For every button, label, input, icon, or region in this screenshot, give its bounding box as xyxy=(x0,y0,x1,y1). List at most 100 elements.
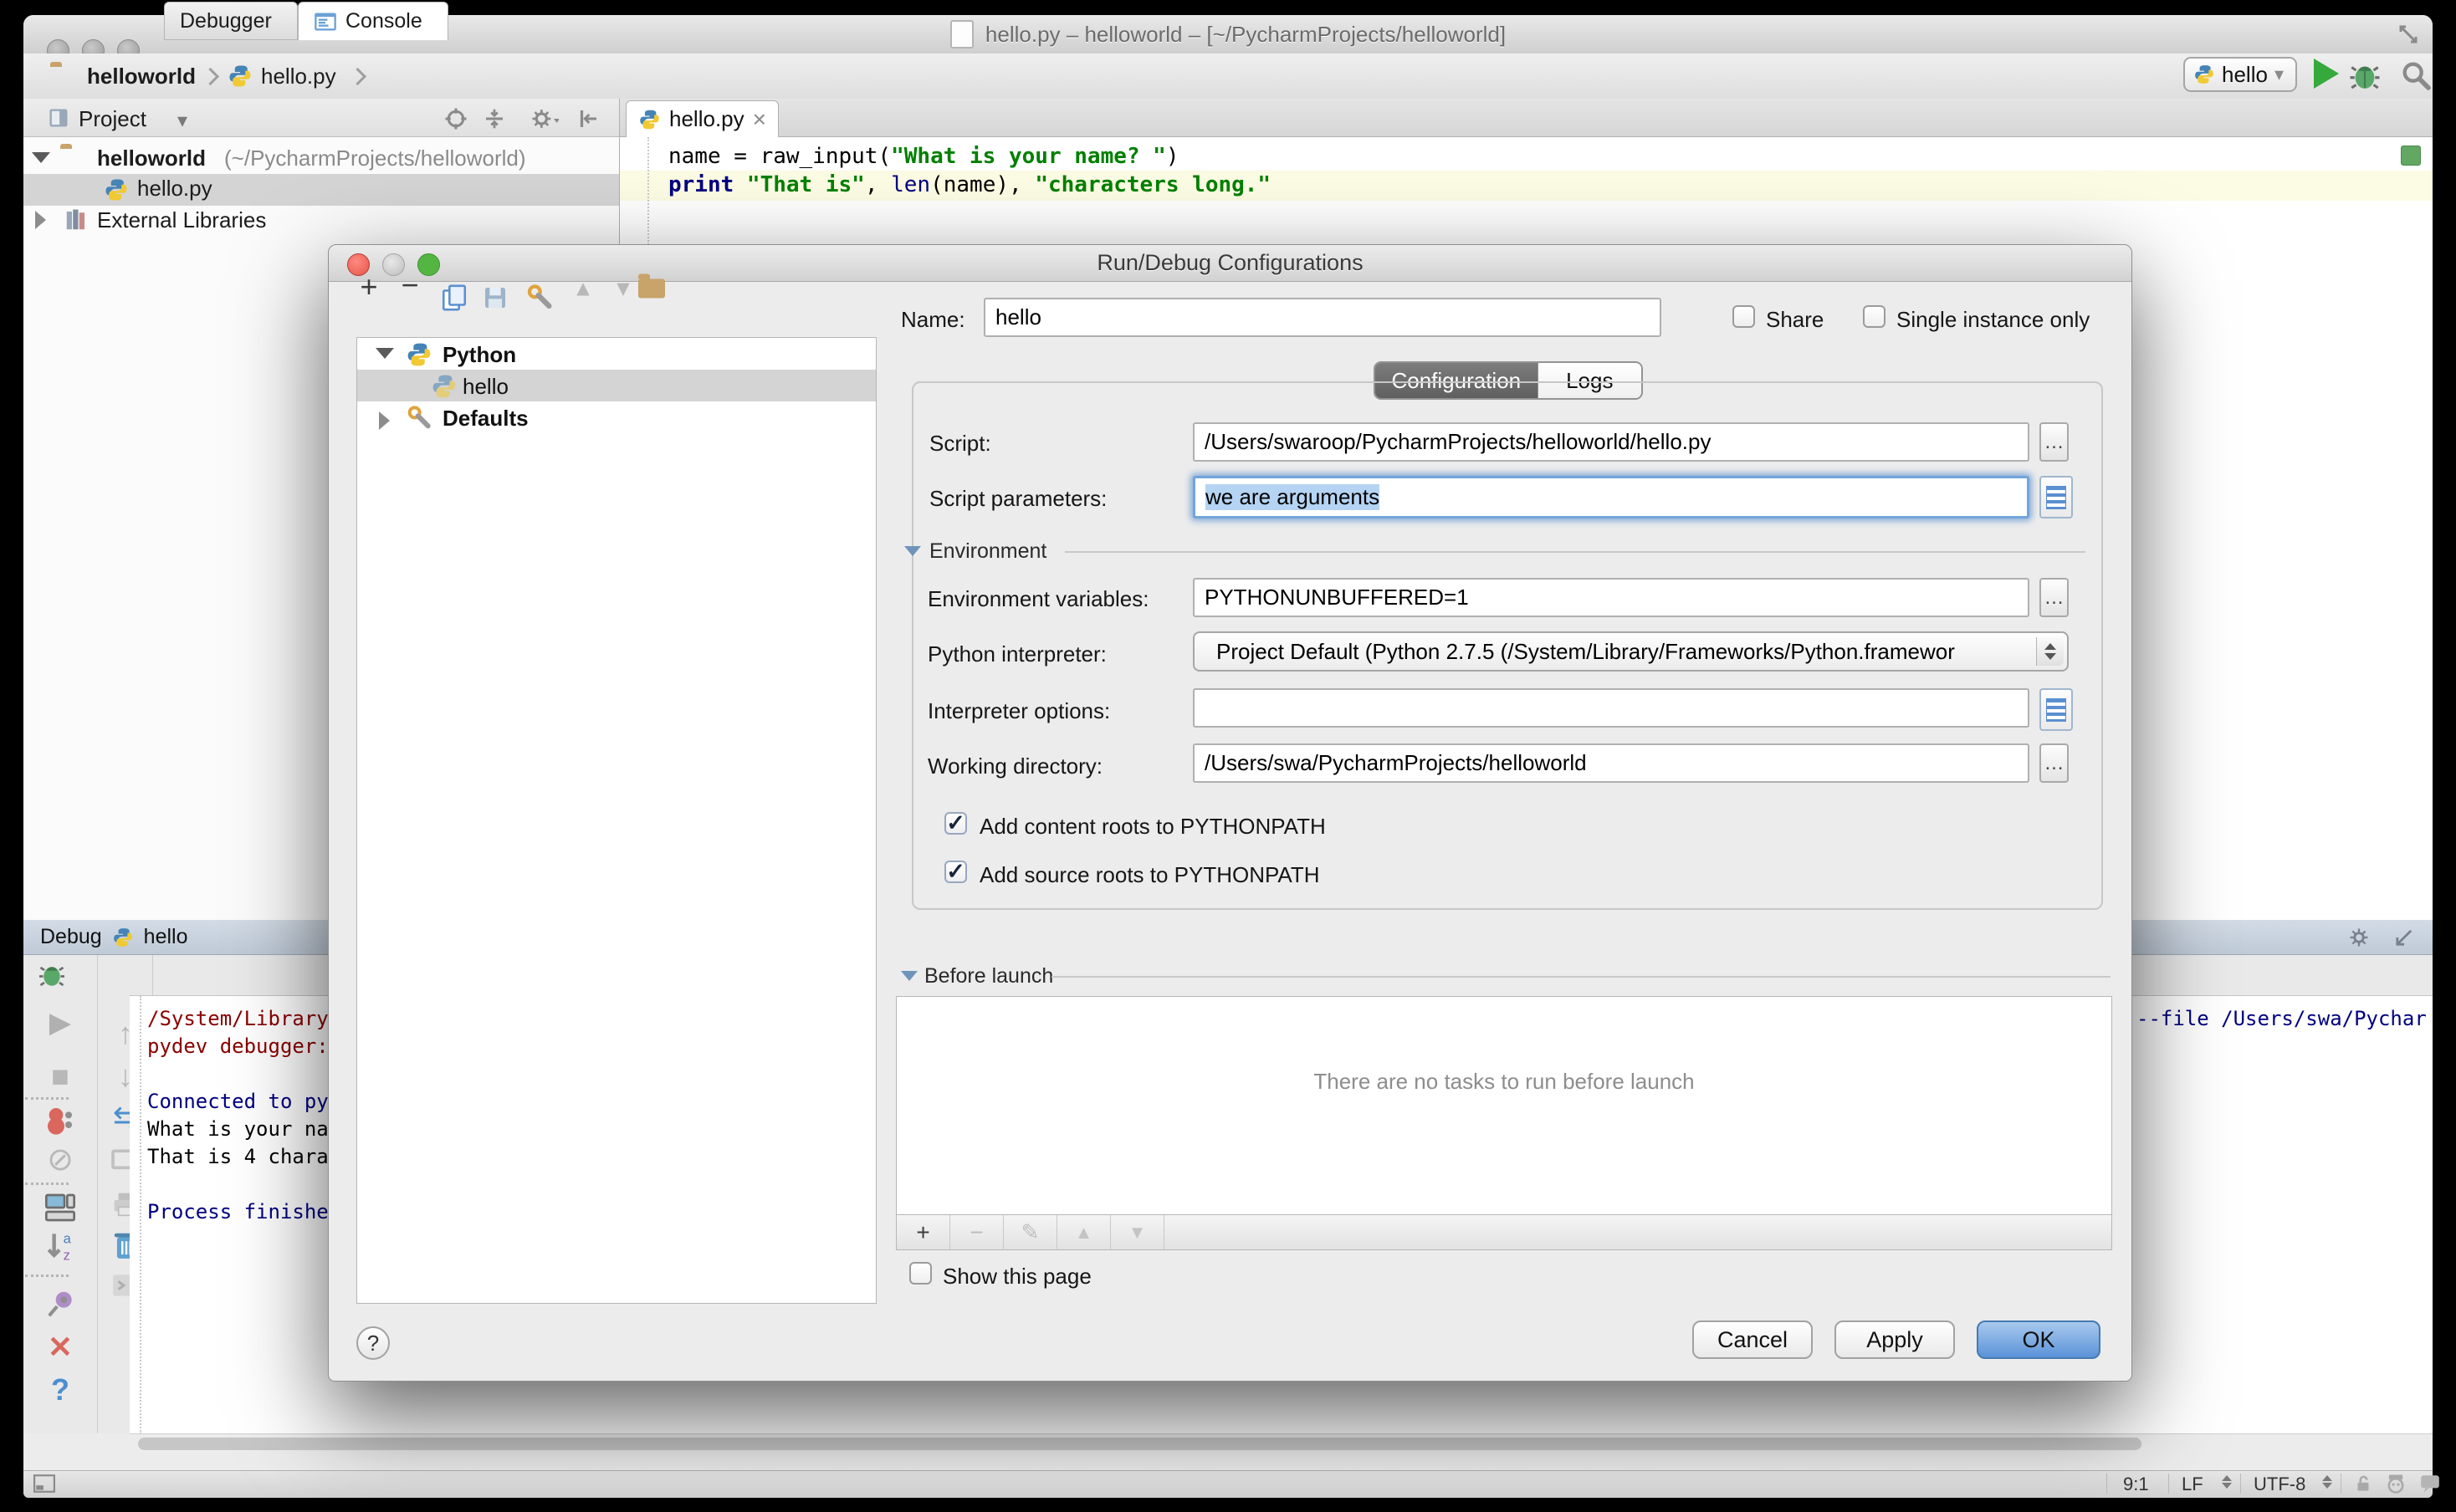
project-panel-title[interactable]: Project xyxy=(79,106,146,132)
ok-button[interactable]: OK xyxy=(1977,1320,2100,1359)
expand-arrow-icon[interactable] xyxy=(379,411,390,430)
encoding-indicator[interactable]: UTF-8 xyxy=(2254,1474,2305,1495)
move-task-down-button[interactable]: ▼ xyxy=(1111,1215,1164,1249)
python-icon xyxy=(406,341,432,368)
show-this-page-checkbox[interactable] xyxy=(909,1262,932,1285)
python-interpreter-dropdown[interactable]: Project Default (Python 2.7.5 (/System/L… xyxy=(1193,631,2069,672)
tree-item-defaults[interactable]: Defaults xyxy=(443,406,529,432)
toolwindow-toggle-icon[interactable] xyxy=(33,1474,55,1493)
tree-group-python[interactable]: Python xyxy=(443,342,516,368)
expand-arrow-icon[interactable] xyxy=(32,152,50,163)
environment-section-arrow-icon[interactable] xyxy=(904,546,921,556)
zoom-dialog-button[interactable] xyxy=(417,253,440,276)
breadcrumb-project[interactable]: helloworld xyxy=(87,64,196,89)
environment-section-label[interactable]: Environment xyxy=(929,539,1046,564)
tree-item-hello[interactable]: hello xyxy=(463,374,509,400)
move-up-icon[interactable]: ▲ xyxy=(572,276,594,302)
working-directory-value: /Users/swa/PycharmProjects/helloworld xyxy=(1205,750,1587,776)
cancel-button[interactable]: Cancel xyxy=(1692,1320,1813,1359)
caret-down-icon[interactable]: ▾ xyxy=(177,109,187,133)
lock-icon[interactable] xyxy=(2352,1473,2374,1494)
create-folder-icon[interactable] xyxy=(638,279,665,299)
editor-tab-hello[interactable]: hello.py × xyxy=(626,100,779,137)
gear-settings-icon[interactable] xyxy=(530,106,559,131)
locate-file-icon[interactable] xyxy=(443,106,468,131)
before-launch-task-list[interactable]: There are no tasks to run before launch xyxy=(896,996,2112,1215)
script-input[interactable]: /Users/swaroop/PycharmProjects/helloworl… xyxy=(1193,422,2029,462)
save-configuration-icon[interactable] xyxy=(482,284,509,311)
move-task-up-button[interactable]: ▲ xyxy=(1057,1215,1111,1249)
remove-configuration-icon[interactable]: − xyxy=(401,268,418,303)
sort-alphabetically-icon[interactable]: az xyxy=(42,1228,79,1264)
resume-program-icon[interactable]: ▶ xyxy=(49,1009,71,1037)
script-parameters-input[interactable]: we are arguments xyxy=(1193,476,2029,518)
tree-item-root[interactable]: helloworld xyxy=(97,146,206,171)
working-dir-browse-button[interactable]: … xyxy=(2039,743,2069,783)
tab-debugger[interactable]: Debugger xyxy=(164,2,298,40)
tree-item-file[interactable]: hello.py xyxy=(137,176,212,202)
window-title: hello.py – helloworld – [~/PycharmProjec… xyxy=(985,22,1506,48)
move-down-icon[interactable]: ▼ xyxy=(612,276,634,302)
copy-configuration-icon[interactable] xyxy=(441,284,468,312)
edit-task-button[interactable]: ✎ xyxy=(1004,1215,1057,1249)
expand-arrow-icon[interactable] xyxy=(35,211,46,229)
add-content-roots-checkbox[interactable]: ✓ xyxy=(944,812,967,835)
line-separator-stepper-icon[interactable] xyxy=(2222,1475,2232,1489)
tree-item-external-libraries[interactable]: External Libraries xyxy=(97,207,266,233)
close-tab-icon[interactable]: × xyxy=(753,106,766,133)
help-button[interactable]: ? xyxy=(356,1326,390,1360)
caret-position[interactable]: 9:1 xyxy=(2123,1474,2149,1495)
edit-defaults-wrench-icon[interactable] xyxy=(525,284,554,312)
name-label: Name: xyxy=(901,307,965,333)
pin-tab-icon[interactable] xyxy=(45,1288,77,1320)
collapse-all-icon[interactable] xyxy=(482,106,507,131)
debug-toolwindow-title: Debug xyxy=(40,925,102,949)
remove-task-button[interactable]: − xyxy=(950,1215,1004,1249)
event-log-bubble-icon[interactable] xyxy=(2419,1474,2441,1494)
encoding-stepper-icon[interactable] xyxy=(2322,1475,2332,1489)
inspection-status-marker[interactable] xyxy=(2401,146,2421,166)
resize-corner-icon[interactable] xyxy=(2396,22,2421,47)
search-everywhere-icon[interactable] xyxy=(2399,59,2433,92)
add-configuration-icon[interactable]: + xyxy=(360,269,377,304)
expand-parameters-button[interactable] xyxy=(2039,476,2073,518)
run-configuration-selector[interactable]: hello ▾ xyxy=(2183,57,2297,92)
status-bar xyxy=(23,1470,2433,1498)
working-directory-input[interactable]: /Users/swa/PycharmProjects/helloworld xyxy=(1193,743,2029,783)
help-icon[interactable]: ? xyxy=(51,1375,69,1405)
tab-console[interactable]: Console xyxy=(298,2,448,40)
share-label: Share xyxy=(1766,307,1824,333)
breadcrumb-file[interactable]: hello.py xyxy=(261,64,336,89)
environment-variables-input[interactable]: PYTHONUNBUFFERED=1 xyxy=(1193,578,2029,617)
hide-toolwindow-icon[interactable] xyxy=(2392,926,2416,949)
scrollbar-thumb[interactable] xyxy=(138,1438,2141,1450)
horizontal-scrollbar[interactable] xyxy=(130,1433,2433,1453)
close-toolwindow-icon[interactable]: ✕ xyxy=(48,1332,73,1362)
view-breakpoints-icon[interactable] xyxy=(43,1104,77,1137)
dialog-titlebar[interactable]: Run/Debug Configurations xyxy=(329,245,2131,282)
single-instance-checkbox[interactable] xyxy=(1863,305,1885,328)
expand-options-button[interactable] xyxy=(2039,688,2073,731)
section-divider xyxy=(1051,976,2111,978)
restore-layout-icon[interactable] xyxy=(43,1191,77,1224)
apply-button[interactable]: Apply xyxy=(1834,1320,1955,1359)
run-button[interactable] xyxy=(2314,59,2339,89)
add-source-roots-checkbox[interactable]: ✓ xyxy=(944,861,967,883)
stop-icon[interactable]: ■ xyxy=(51,1061,69,1091)
line-separator-indicator[interactable]: LF xyxy=(2182,1474,2203,1495)
expand-arrow-icon[interactable] xyxy=(376,348,394,359)
share-checkbox[interactable] xyxy=(1732,305,1755,328)
interpreter-options-input[interactable] xyxy=(1193,688,2029,728)
script-browse-button[interactable]: … xyxy=(2039,422,2069,462)
debug-button[interactable] xyxy=(2347,59,2382,94)
hide-panel-icon[interactable] xyxy=(576,106,601,131)
before-launch-arrow-icon[interactable] xyxy=(901,971,918,981)
env-vars-browse-button[interactable]: … xyxy=(2039,578,2069,617)
rerun-debug-icon[interactable] xyxy=(37,960,67,990)
mute-breakpoints-icon[interactable]: ⊘ xyxy=(47,1144,74,1176)
gear-settings-icon[interactable] xyxy=(2347,926,2371,949)
before-launch-label[interactable]: Before launch xyxy=(924,964,1053,988)
add-task-button[interactable]: + xyxy=(897,1215,950,1249)
hector-inspector-icon[interactable] xyxy=(2384,1473,2407,1494)
name-input[interactable]: hello xyxy=(984,298,1661,337)
